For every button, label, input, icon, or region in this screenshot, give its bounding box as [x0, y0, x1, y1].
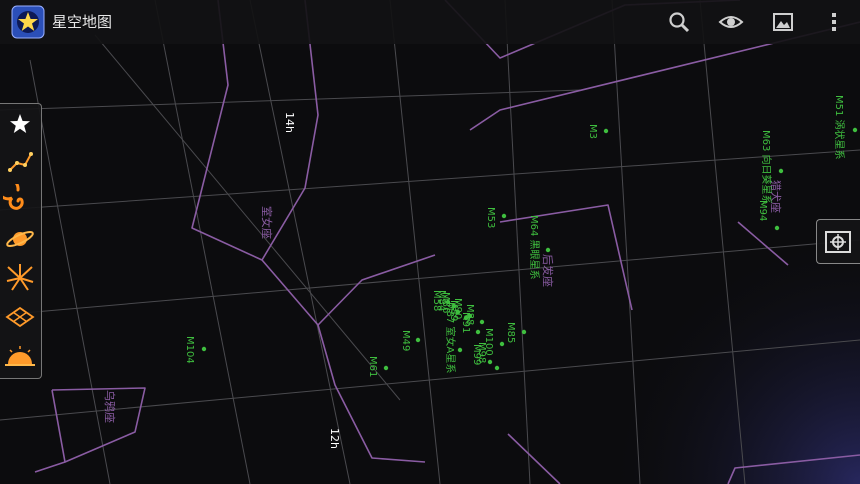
manual-mode-icon — [825, 231, 851, 253]
object-label-m64: M64 黑眼星系 — [528, 215, 540, 280]
constellation-icon — [8, 152, 33, 172]
eye-icon — [718, 16, 744, 28]
horizon-icon — [5, 346, 35, 366]
deep-sky-object-m99[interactable] — [487, 359, 493, 365]
grid-icon — [5, 306, 35, 328]
deep-sky-object-m89[interactable] — [463, 315, 469, 321]
constellation-name: 室女座 — [260, 206, 274, 239]
deep-sky-object-m100[interactable] — [499, 341, 505, 347]
layer-stars-toggle[interactable] — [3, 107, 37, 141]
gallery-button[interactable] — [769, 8, 797, 36]
galaxy-icon — [0, 177, 24, 210]
deep-sky-object-m88[interactable] — [479, 319, 485, 325]
more-vertical-icon — [832, 13, 836, 31]
ra-label: 14h — [283, 112, 296, 133]
deep-sky-object-m58[interactable] — [445, 299, 451, 305]
object-label-m58: M58 — [431, 290, 442, 311]
deep-sky-object-m49[interactable] — [415, 337, 421, 343]
search-button[interactable] — [665, 8, 693, 36]
layer-meteor-toggle[interactable] — [3, 261, 37, 295]
deep-sky-object-m98[interactable] — [494, 365, 500, 371]
layer-messier-toggle[interactable] — [0, 177, 37, 218]
object-label-m3: M3 — [587, 124, 598, 139]
deep-sky-object-m94[interactable] — [774, 225, 780, 231]
layer-horizon-toggle[interactable] — [3, 340, 37, 374]
deep-sky-object-m53[interactable] — [501, 213, 507, 219]
deep-sky-object-m63[interactable] — [778, 168, 784, 174]
overflow-menu-button[interactable] — [820, 8, 848, 36]
deep-sky-object-m61[interactable] — [383, 365, 389, 371]
object-label-m49: M49 — [400, 330, 411, 351]
planet-icon — [6, 231, 34, 247]
deep-sky-object-m91[interactable] — [475, 329, 481, 335]
deep-sky-object-m90[interactable] — [467, 313, 473, 319]
deep-sky-object-m3[interactable] — [603, 128, 609, 134]
object-label-m85: M85 — [505, 322, 516, 343]
object-label-m53: M53 — [485, 207, 496, 228]
image-icon — [773, 13, 793, 31]
sky-map[interactable]: 14h12h室女座后发座猎犬座乌鸦座M3M53 M64 黑眼星系M63 向日葵星系… — [0, 0, 860, 484]
ra-label: 12h — [328, 428, 341, 449]
app-title: 星空地图 — [52, 13, 113, 31]
deep-sky-object-m51[interactable] — [852, 127, 858, 133]
object-label-m61: M61 — [367, 356, 378, 377]
deep-sky-object-m104[interactable] — [201, 346, 207, 352]
layer-grid-toggle[interactable] — [3, 300, 37, 334]
deep-sky-object-m85[interactable] — [521, 329, 527, 335]
object-label-m99: M99 — [471, 344, 482, 365]
view-button[interactable] — [717, 8, 745, 36]
action-bar: 星空地图 — [0, 0, 860, 44]
star-map-app-icon[interactable] — [10, 4, 46, 40]
layer-toolbar — [0, 103, 42, 379]
deep-sky-object-m87[interactable] — [457, 347, 463, 353]
object-label-m104: M104 — [184, 336, 195, 364]
constellation-name: 后发座 — [541, 254, 555, 287]
object-label-m90: M90 — [452, 298, 463, 319]
star-icon — [10, 114, 30, 133]
meteor-shower-icon — [6, 264, 34, 291]
object-label-m63: M63 向日葵星系 — [760, 130, 773, 205]
object-label-m51: M51 涡状星系 — [833, 95, 846, 160]
magnifier-icon — [669, 12, 690, 33]
manual-mode-button[interactable] — [816, 219, 860, 264]
object-label-m94: M94 — [757, 200, 768, 221]
layer-constellations-toggle[interactable] — [3, 145, 37, 179]
deep-sky-object-m64[interactable] — [545, 247, 551, 253]
constellation-name: 乌鸦座 — [103, 390, 117, 423]
layer-planets-toggle[interactable] — [3, 222, 37, 256]
